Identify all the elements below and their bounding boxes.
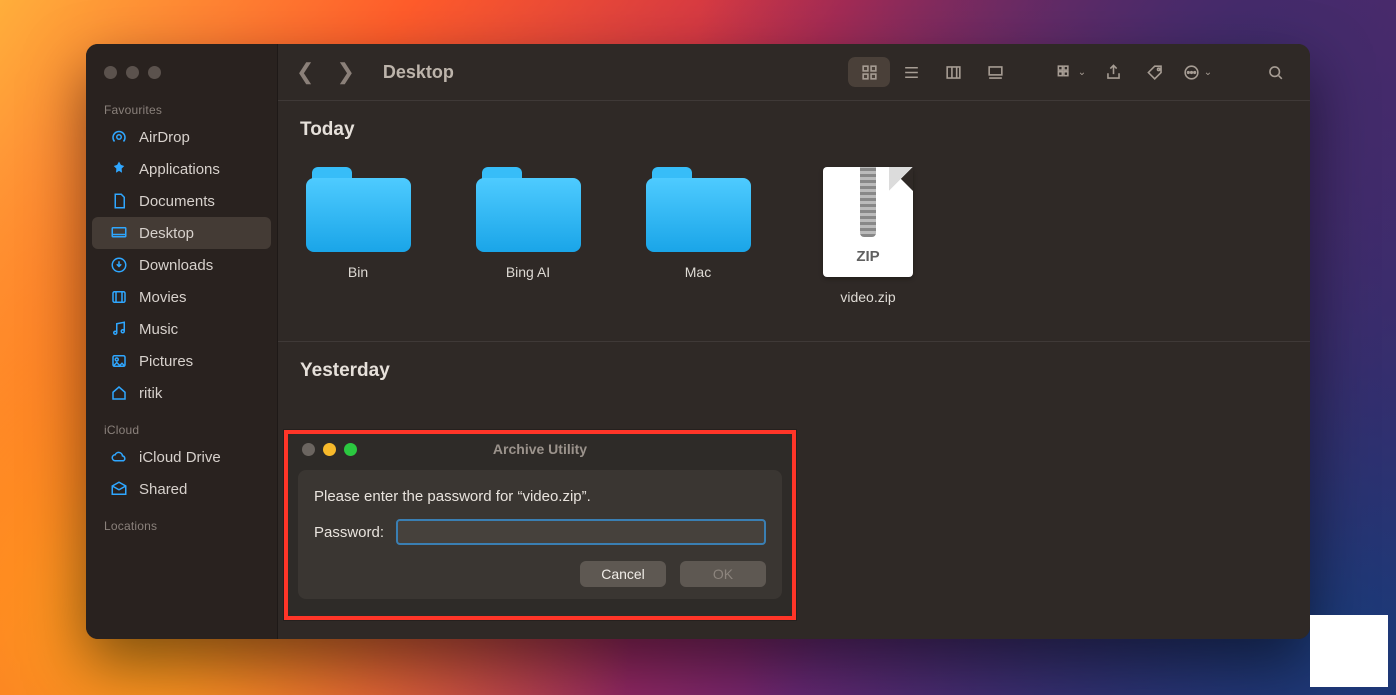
cancel-button[interactable]: Cancel <box>580 561 666 587</box>
sidebar-item-shared[interactable]: Shared <box>92 473 271 505</box>
location-title: Desktop <box>383 62 454 83</box>
sidebar-item-label: Movies <box>139 289 187 306</box>
file-name: video.zip <box>840 289 895 305</box>
list-view-button[interactable] <box>890 57 932 87</box>
view-mode-group <box>848 57 1016 87</box>
sidebar-item-pictures[interactable]: Pictures <box>92 345 271 377</box>
file-name: Bin <box>348 264 368 280</box>
share-button[interactable] <box>1096 57 1130 87</box>
file-name: Mac <box>685 264 711 280</box>
sidebar-item-label: Documents <box>139 193 215 210</box>
window-traffic-lights[interactable] <box>86 52 277 89</box>
section-yesterday: Yesterday <box>278 342 1310 410</box>
close-dot[interactable] <box>104 66 117 79</box>
zip-badge: ZIP <box>856 248 879 265</box>
sidebar-item-movies[interactable]: Movies <box>92 281 271 313</box>
sidebar-item-label: Shared <box>139 481 187 498</box>
action-menu-button[interactable]: ⌄ <box>1180 57 1214 87</box>
icon-view-button[interactable] <box>848 57 890 87</box>
tags-button[interactable] <box>1138 57 1172 87</box>
sidebar-item-label: Pictures <box>139 353 193 370</box>
gallery-view-button[interactable] <box>974 57 1016 87</box>
group-by-button[interactable]: ⌄ <box>1054 57 1088 87</box>
zoom-dot[interactable] <box>148 66 161 79</box>
file-item-zip[interactable]: ZIP video.zip <box>808 167 928 305</box>
sidebar-item-desktop[interactable]: Desktop <box>92 217 271 249</box>
sidebar-item-label: Downloads <box>139 257 213 274</box>
dialog-message: Please enter the password for “video.zip… <box>314 488 766 505</box>
sidebar-item-label: iCloud Drive <box>139 449 221 466</box>
dialog-title: Archive Utility <box>288 441 792 457</box>
home-icon <box>110 384 128 402</box>
apps-icon <box>110 160 128 178</box>
sidebar-item-label: Music <box>139 321 178 338</box>
file-name: Bing AI <box>506 264 550 280</box>
password-label: Password: <box>314 524 384 541</box>
downloads-icon <box>110 256 128 274</box>
file-item-folder[interactable]: Bin <box>298 167 418 305</box>
sidebar-item-home[interactable]: ritik <box>92 377 271 409</box>
sidebar-item-documents[interactable]: Documents <box>92 185 271 217</box>
sidebar-heading-favourites: Favourites <box>86 89 277 121</box>
desktop-icon <box>110 224 128 242</box>
file-item-folder[interactable]: Bing AI <box>468 167 588 305</box>
file-item-folder[interactable]: Mac <box>638 167 758 305</box>
section-title: Yesterday <box>278 342 1310 396</box>
archive-utility-dialog: Archive Utility Please enter the passwor… <box>288 434 792 616</box>
sidebar-item-icloud-drive[interactable]: iCloud Drive <box>92 441 271 473</box>
icloud-icon <box>110 448 128 466</box>
password-input[interactable] <box>396 519 766 545</box>
folder-icon <box>306 167 411 252</box>
watermark-patch <box>1310 615 1388 687</box>
sidebar-item-music[interactable]: Music <box>92 313 271 345</box>
documents-icon <box>110 192 128 210</box>
airdrop-icon <box>110 128 128 146</box>
sidebar-item-label: Desktop <box>139 225 194 242</box>
highlight-annotation: Archive Utility Please enter the passwor… <box>284 430 796 620</box>
minimize-dot[interactable] <box>126 66 139 79</box>
sidebar-item-label: AirDrop <box>139 129 190 146</box>
folder-icon <box>476 167 581 252</box>
back-button[interactable]: ❮ <box>296 59 314 85</box>
section-today: Today Bin Bing AI Mac ZIP <box>278 101 1310 341</box>
sidebar-heading-icloud: iCloud <box>86 409 277 441</box>
sidebar-item-applications[interactable]: Applications <box>92 153 271 185</box>
movies-icon <box>110 288 128 306</box>
folder-icon <box>646 167 751 252</box>
sidebar-item-airdrop[interactable]: AirDrop <box>92 121 271 153</box>
sidebar-heading-locations: Locations <box>86 505 277 537</box>
search-button[interactable] <box>1258 57 1292 87</box>
sidebar-item-label: ritik <box>139 385 162 402</box>
finder-sidebar: Favourites AirDrop Applications Document… <box>86 44 278 639</box>
sidebar-item-downloads[interactable]: Downloads <box>92 249 271 281</box>
section-title: Today <box>278 101 1310 155</box>
dialog-titlebar: Archive Utility <box>288 434 792 464</box>
shared-icon <box>110 480 128 498</box>
pictures-icon <box>110 352 128 370</box>
sidebar-item-label: Applications <box>139 161 220 178</box>
forward-button[interactable]: ❯ <box>336 59 354 85</box>
zip-file-icon: ZIP <box>823 167 913 277</box>
finder-toolbar: ❮ ❯ Desktop ⌄ ⌄ <box>278 44 1310 100</box>
column-view-button[interactable] <box>932 57 974 87</box>
music-icon <box>110 320 128 338</box>
ok-button[interactable]: OK <box>680 561 766 587</box>
